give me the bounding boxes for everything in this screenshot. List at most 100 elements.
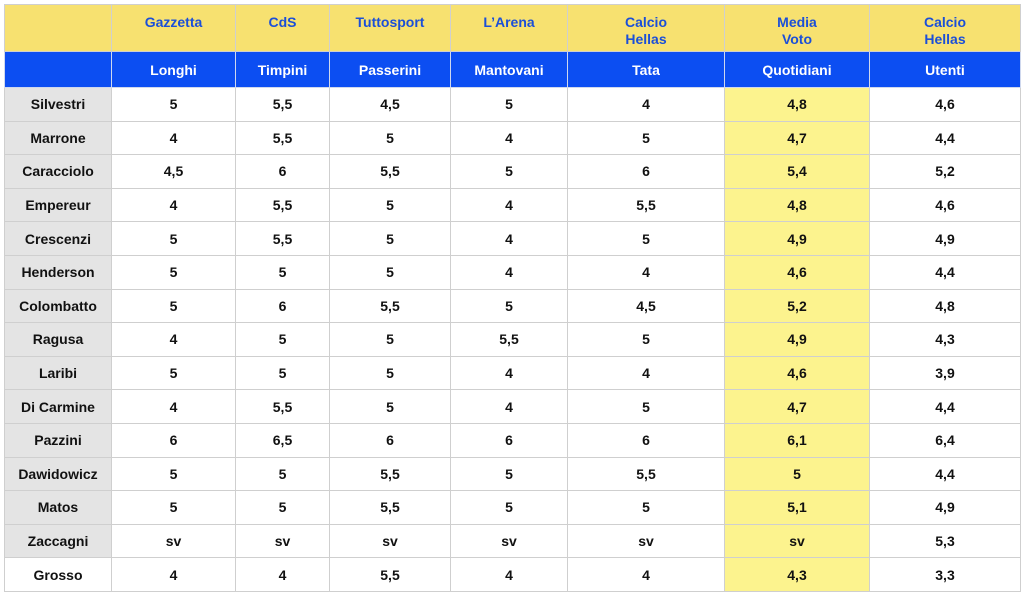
rating-cell: 4,4 (869, 120, 1021, 156)
rating-cell: 5,5 (329, 456, 451, 492)
rating-cell: 5,5 (567, 187, 725, 223)
header-source-cell: L’Arena (450, 4, 568, 52)
table-row: Silvestri 5 5,5 4,5 5 4 4,8 4,6 (4, 87, 1021, 122)
rating-cell: 4 (111, 322, 236, 357)
rating-cell: 4,6 (869, 187, 1021, 223)
rating-cell: sv (235, 523, 330, 559)
rating-cell: 5,5 (235, 187, 330, 223)
header-source-line1: Calcio (923, 14, 966, 30)
header-source-line1: Media (777, 14, 817, 30)
rating-cell: 5 (329, 389, 451, 424)
rating-cell: 4 (235, 557, 330, 592)
header-corner-cell (4, 4, 112, 52)
header-author-cell: Quotidiani (724, 51, 870, 88)
rating-cell: 4,6 (869, 87, 1021, 122)
table-row: Matos 5 5 5,5 5 5 5,1 4,9 (4, 490, 1021, 525)
rating-cell: 3,3 (869, 557, 1021, 592)
rating-cell: 5 (111, 490, 236, 525)
player-name-cell: Laribi (4, 355, 112, 391)
average-rating-cell: 5,2 (724, 288, 870, 324)
player-name-cell: Zaccagni (4, 523, 112, 559)
header-author-cell: Mantovani (450, 51, 568, 88)
rating-cell: 5 (450, 288, 568, 324)
rating-cell: 5 (111, 254, 236, 290)
table-row: Pazzini 6 6,5 6 6 6 6,1 6,4 (4, 422, 1021, 458)
rating-cell: 5 (235, 322, 330, 357)
rating-cell: 5 (450, 490, 568, 525)
rating-cell: 5 (567, 221, 725, 256)
rating-cell: 5 (567, 389, 725, 424)
table-row: Ragusa 4 5 5 5,5 5 4,9 4,3 (4, 322, 1021, 357)
rating-cell: 5,5 (329, 557, 451, 592)
header-source-line1: CdS (268, 14, 297, 30)
average-rating-cell: 4,3 (724, 557, 870, 592)
average-rating-cell: sv (724, 523, 870, 559)
rating-cell: 5,5 (567, 456, 725, 492)
header-source-cell: Calcio Hellas (567, 4, 725, 52)
header-source-line1: L’Arena (483, 14, 535, 30)
header-author-cell: Utenti (869, 51, 1021, 88)
rating-cell: sv (450, 523, 568, 559)
player-name-cell: Pazzini (4, 422, 112, 458)
header-source-line1: Tuttosport (355, 14, 425, 30)
rating-cell: 4,5 (111, 154, 236, 189)
average-rating-cell: 5,4 (724, 154, 870, 189)
rating-cell: sv (329, 523, 451, 559)
average-rating-cell: 4,8 (724, 87, 870, 122)
rating-cell: 4 (450, 221, 568, 256)
rating-cell: 4 (567, 87, 725, 122)
rating-cell: 5,5 (235, 87, 330, 122)
rating-cell: 5 (567, 322, 725, 357)
rating-cell: 4 (450, 557, 568, 592)
player-name-cell: Ragusa (4, 322, 112, 357)
rating-cell: 4,5 (329, 87, 451, 122)
rating-cell: 4 (111, 389, 236, 424)
header-source-cell: Tuttosport (329, 4, 451, 52)
rating-cell: 5 (235, 254, 330, 290)
average-rating-cell: 4,6 (724, 254, 870, 290)
header-source-cell: Gazzetta (111, 4, 236, 52)
rating-cell: 4 (111, 557, 236, 592)
rating-cell: 6 (235, 154, 330, 189)
rating-cell: 6 (567, 154, 725, 189)
table-row: Di Carmine 4 5,5 5 4 5 4,7 4,4 (4, 389, 1021, 424)
rating-cell: 4,5 (567, 288, 725, 324)
rating-cell: 6 (111, 422, 236, 458)
header-source-line2: Hellas (625, 31, 667, 47)
rating-cell: 5 (235, 355, 330, 391)
rating-cell: 5 (329, 120, 451, 156)
table-row: Laribi 5 5 5 4 4 4,6 3,9 (4, 355, 1021, 391)
rating-cell: 5 (567, 490, 725, 525)
rating-cell: 5,5 (450, 322, 568, 357)
rating-cell: 4 (111, 187, 236, 223)
header-source-line2: Voto (781, 31, 813, 47)
average-rating-cell: 4,6 (724, 355, 870, 391)
rating-cell: 5 (329, 221, 451, 256)
rating-cell: 4 (450, 254, 568, 290)
rating-cell: 5,5 (329, 288, 451, 324)
table-row: Zaccagni sv sv sv sv sv sv 5,3 (4, 523, 1021, 559)
rating-cell: 6 (450, 422, 568, 458)
average-rating-cell: 4,8 (724, 187, 870, 223)
average-rating-cell: 4,7 (724, 389, 870, 424)
table-row: Colombatto 5 6 5,5 5 4,5 5,2 4,8 (4, 288, 1021, 324)
table-row: Grosso 4 4 5,5 4 4 4,3 3,3 (4, 557, 1021, 592)
rating-cell: 5 (111, 288, 236, 324)
player-name-cell: Colombatto (4, 288, 112, 324)
rating-cell: 5,5 (235, 389, 330, 424)
rating-cell: 4 (450, 355, 568, 391)
player-name-cell: Grosso (4, 557, 112, 592)
rating-cell: 5 (111, 87, 236, 122)
rating-cell: 5 (111, 456, 236, 492)
table-row: Empereur 4 5,5 5 4 5,5 4,8 4,6 (4, 187, 1021, 223)
header-source-cell: CdS (235, 4, 330, 52)
average-rating-cell: 4,9 (724, 322, 870, 357)
table-row: Marrone 4 5,5 5 4 5 4,7 4,4 (4, 120, 1021, 156)
player-name-cell: Dawidowicz (4, 456, 112, 492)
rating-cell: 4 (450, 389, 568, 424)
rating-cell: 6,4 (869, 422, 1021, 458)
rating-cell: 4,9 (869, 221, 1021, 256)
rating-cell: 5 (329, 187, 451, 223)
rating-cell: 5 (450, 154, 568, 189)
rating-cell: 5,3 (869, 523, 1021, 559)
